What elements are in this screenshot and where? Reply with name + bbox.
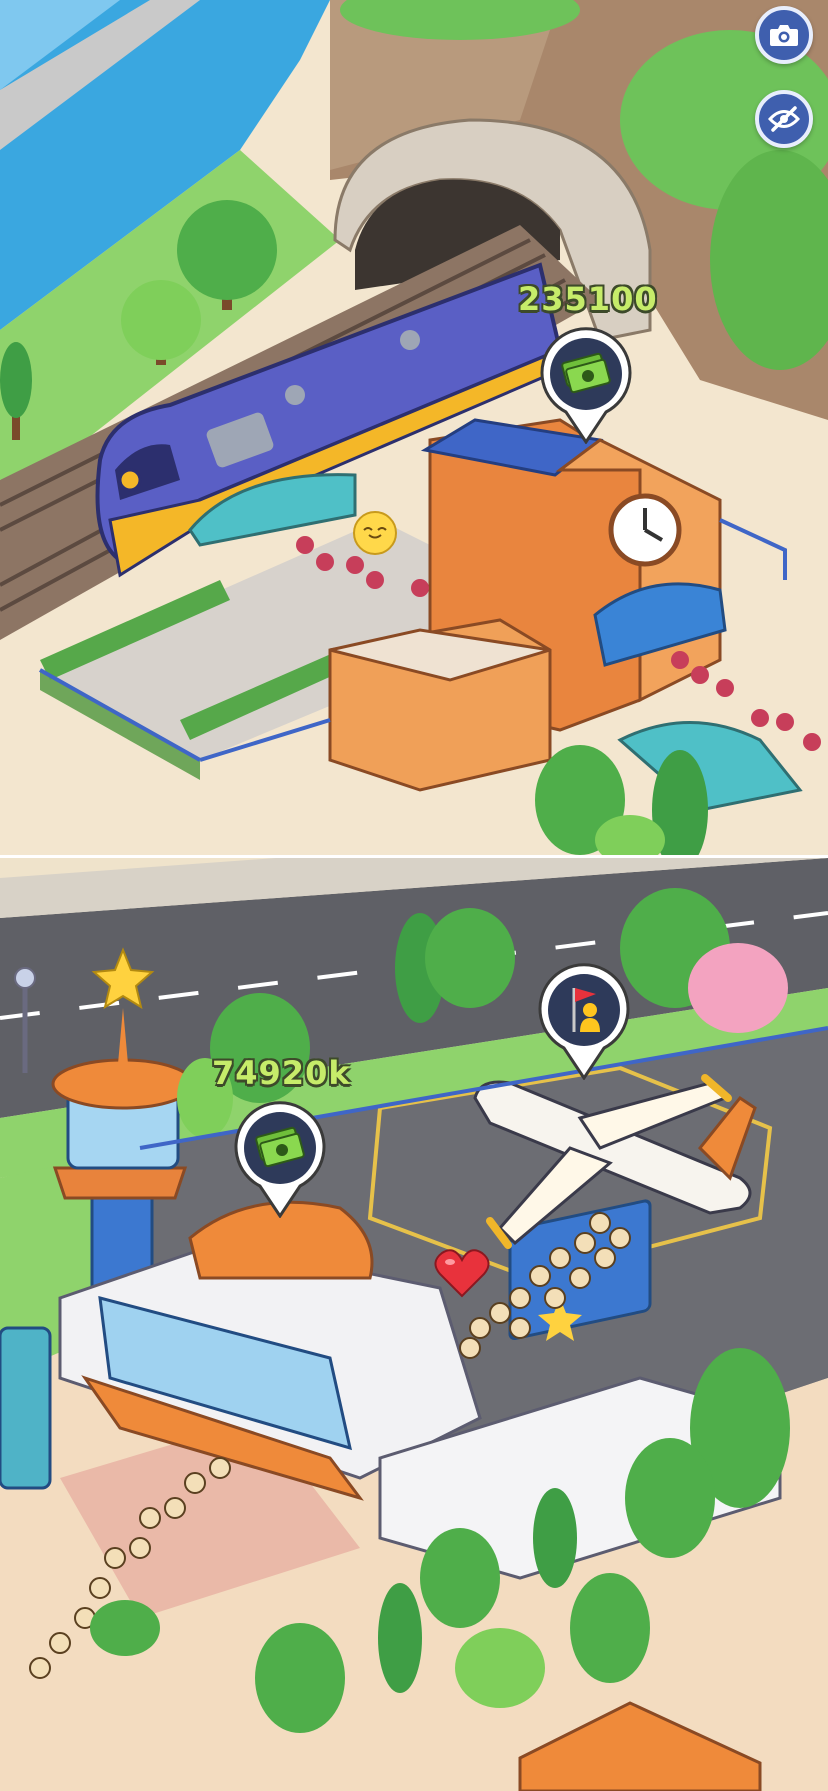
heart-icon (434, 1248, 490, 1298)
airport-illustration (0, 858, 828, 1791)
station-income-label: 235100 (518, 280, 658, 318)
tree (535, 745, 708, 856)
train-station-illustration (0, 0, 828, 856)
camera-button[interactable] (755, 6, 813, 64)
airport-collect-pin[interactable] (232, 1100, 328, 1218)
cash-icon (254, 1126, 306, 1168)
station-collect-pin[interactable] (538, 326, 634, 444)
train-station-scene: 235100 (0, 0, 828, 856)
cash-icon (560, 352, 612, 394)
airport-scene: 74920k (0, 858, 828, 1791)
camera-icon (770, 25, 798, 46)
airplane-boarding-pin[interactable] (536, 962, 632, 1080)
airport-income-label: 74920k (212, 1054, 351, 1092)
flag-person-icon (560, 984, 608, 1036)
hide-ui-button[interactable] (755, 90, 813, 148)
smile-emoji-icon (353, 511, 397, 555)
eye-slash-icon (768, 106, 800, 132)
